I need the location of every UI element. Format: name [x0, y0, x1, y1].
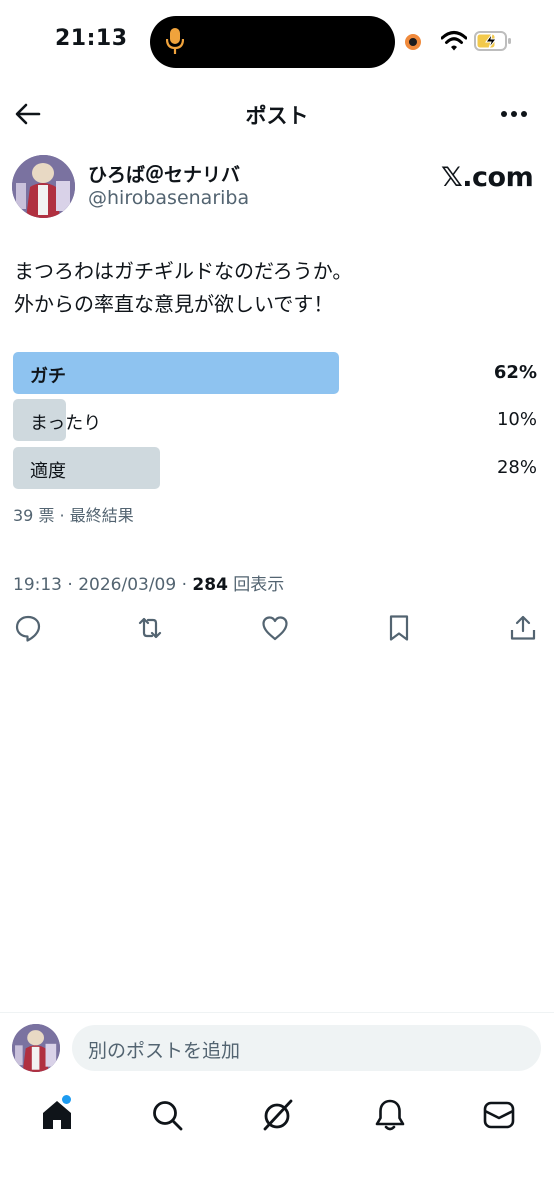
poll-option-percent: 62%: [493, 362, 537, 383]
microphone-icon: [166, 28, 184, 54]
search-icon[interactable]: [150, 1098, 184, 1132]
views-label[interactable]: 回表示: [228, 575, 284, 595]
divider: [0, 1012, 554, 1013]
source-label: 𝕏.com: [441, 162, 534, 193]
notification-dot: [62, 1095, 71, 1104]
poll-meta: 39 票 · 最終結果: [13, 506, 134, 525]
author-avatar[interactable]: [12, 155, 75, 218]
poll-option: ガチ 62%: [13, 352, 539, 394]
poll-option-label: ガチ: [30, 366, 66, 387]
grok-icon[interactable]: [261, 1098, 295, 1132]
poll-option-label: まったり: [30, 413, 102, 434]
battery-icon: [474, 31, 511, 51]
post-text: まつろわはガチギルドなのだろうか。 外からの率直な意見が欲しいです！: [14, 255, 534, 321]
bookmark-icon[interactable]: [385, 614, 413, 642]
timestamp-text: 19:13 · 2026/03/09 ·: [13, 575, 193, 595]
post-timestamp: 19:13 · 2026/03/09 · 284 回表示: [13, 570, 284, 595]
poll-option-percent: 10%: [496, 409, 537, 430]
author-handle[interactable]: @hirobasenariba: [88, 187, 249, 209]
poll-option-percent: 28%: [496, 457, 537, 478]
author-name[interactable]: ひろば＠セナリバ: [88, 160, 240, 187]
messages-icon[interactable]: [482, 1098, 516, 1132]
status-time: 21:13: [55, 26, 128, 51]
poll-option: まったり 10%: [13, 399, 539, 441]
poll-option-label: 適度: [30, 461, 66, 482]
post-text-line: 外からの率直な意見が欲しいです！: [14, 292, 334, 316]
page-title: ポスト: [245, 104, 309, 128]
status-bar: 21:13: [0, 0, 554, 84]
reply-icon[interactable]: [14, 614, 42, 642]
poll-option: 適度 28%: [13, 447, 539, 489]
notifications-icon[interactable]: [373, 1098, 407, 1132]
views-count[interactable]: 284: [192, 575, 228, 595]
header: ポスト: [0, 90, 554, 138]
dynamic-island: [150, 16, 395, 68]
share-icon[interactable]: [509, 614, 537, 642]
more-options-icon[interactable]: [500, 110, 528, 118]
like-icon[interactable]: [261, 614, 289, 642]
reply-placeholder[interactable]: 別のポストを追加: [88, 1036, 240, 1063]
user-avatar[interactable]: [12, 1024, 60, 1072]
repost-icon[interactable]: [136, 614, 164, 642]
wifi-icon: [441, 31, 467, 51]
post-text-line: まつろわはガチギルドなのだろうか。: [14, 259, 353, 283]
recording-indicator-icon: [405, 34, 421, 50]
